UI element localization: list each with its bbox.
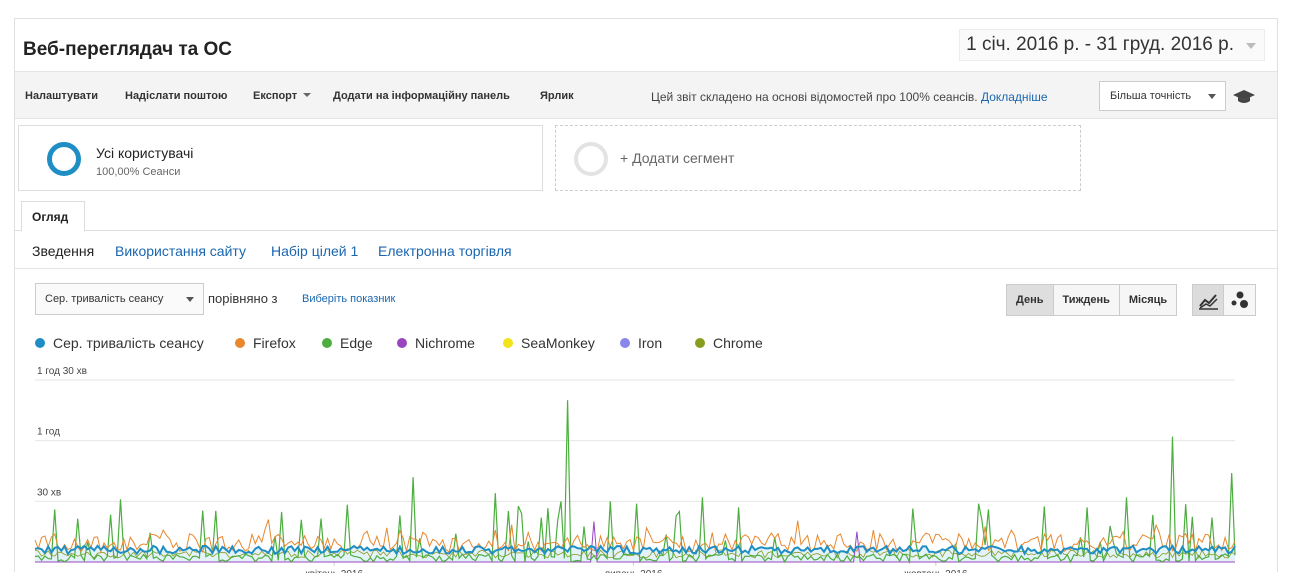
subnav-summary[interactable]: Зведення [32,243,94,259]
x-tick-label: жовтень 2016 [904,569,968,573]
chevron-down-icon [303,93,312,97]
report-panel: Веб-переглядач та ОС 1 січ. 2016 р. - 31… [14,18,1278,573]
series-edge [34,400,1236,565]
metric-dropdown[interactable]: Сер. тривалість сеансу [35,283,204,315]
segment-ring-icon [47,142,81,176]
chevron-down-icon [1246,43,1256,49]
chart-type-buttons [1192,284,1256,316]
x-tick-label: липень 2016 [604,569,663,573]
y-tick-label: 30 хв [37,487,61,498]
empty-ring-icon [574,142,608,176]
line-chart-icon [1199,294,1218,310]
legend-label: SeaMonkey [521,335,595,351]
legend-item: SeaMonkey [503,335,595,351]
legend-swatch [695,338,705,348]
legend-swatch [620,338,630,348]
legend-swatch [322,338,332,348]
line-chart-button[interactable] [1193,285,1224,315]
x-tick-label: квітень 2016 [305,569,363,573]
chevron-down-icon [186,297,194,302]
page-title: Веб-переглядач та ОС [23,39,233,60]
select-metric-link[interactable]: Виберіть показник [302,293,395,305]
segment-all-users[interactable]: Усі користувачі 100,00% Сеанси [18,125,543,191]
tab-bar: Огляд [15,199,1277,232]
legend-item: Firefox [235,335,296,351]
legend-label: Firefox [253,335,296,351]
subnav-ecommerce[interactable]: Електронна торгівля [378,243,512,259]
subnav-site-usage[interactable]: Використання сайту [115,243,246,259]
legend-label: Chrome [713,335,763,351]
add-segment-label: + Додати сегмент [620,150,735,166]
sampling-text: Цей звіт складено на основі відомостей п… [651,90,978,104]
compared-to-label: порівняно з [208,291,278,306]
tab-overview[interactable]: Огляд [21,201,85,232]
segment-name: Усі користувачі [96,145,194,161]
sampling-note: Цей звіт складено на основі відомостей п… [651,90,1048,104]
legend-item: Chrome [695,335,763,351]
explorer-subnav: Зведення Використання сайту Набір цілей … [15,231,1277,269]
legend-swatch [35,338,45,348]
day-button[interactable]: День [1007,285,1054,315]
legend-swatch [503,338,513,348]
metric-label: Сер. тривалість сеансу [45,293,164,305]
email-button[interactable]: Надіслати поштою [125,90,227,102]
legend-item: Edge [322,335,373,351]
legend-label: Сер. тривалість сеансу [53,335,204,351]
report-toolbar: Налаштувати Надіслати поштою Експорт Дод… [15,71,1277,119]
add-segment-button[interactable]: + Додати сегмент [555,125,1081,191]
chevron-down-icon [1208,94,1216,99]
customize-button[interactable]: Налаштувати [25,90,98,102]
motion-chart-icon [1231,291,1248,308]
export-button[interactable]: Експорт [253,90,312,102]
segment-share: 100,00% Сеанси [96,166,181,178]
month-button[interactable]: Місяць [1119,285,1177,315]
legend-item: Iron [620,335,662,351]
precision-label: Більша точність [1110,90,1192,102]
report-header: Веб-переглядач та ОС 1 січ. 2016 р. - 31… [15,19,1277,69]
week-button[interactable]: Тиждень [1053,285,1120,315]
y-tick-label: 1 год [37,427,60,438]
graduation-cap-icon[interactable] [1233,90,1255,104]
y-tick-label: 1 год 30 хв [37,366,87,377]
legend-swatch [397,338,407,348]
date-range-label: 1 січ. 2016 р. - 31 груд. 2016 р. [966,34,1234,55]
top-strip [0,0,1300,10]
granularity-buttons: День Тиждень Місяць [1006,284,1178,316]
add-to-dashboard-button[interactable]: Додати на інформаційну панель [333,90,510,102]
shortcut-button[interactable]: Ярлик [540,90,574,102]
legend-item: Сер. тривалість сеансу [35,335,204,351]
legend-label: Iron [638,335,663,351]
legend-swatch [235,338,245,348]
precision-dropdown[interactable]: Більша точність [1099,81,1226,111]
learn-more-link[interactable]: Докладніше [981,90,1048,104]
motion-chart-button[interactable] [1224,285,1255,315]
session-duration-chart: 1 год 30 хв 1 год 30 хв квітень 2016 липень … [34,366,1236,573]
date-range-picker[interactable]: 1 січ. 2016 р. - 31 груд. 2016 р. [959,29,1265,61]
legend-item: Nichrome [397,335,475,351]
legend-label: Edge [340,335,373,351]
legend-label: Nichrome [415,335,475,351]
export-label: Експорт [253,90,298,102]
subnav-goal-set[interactable]: Набір цілей 1 [271,243,358,259]
